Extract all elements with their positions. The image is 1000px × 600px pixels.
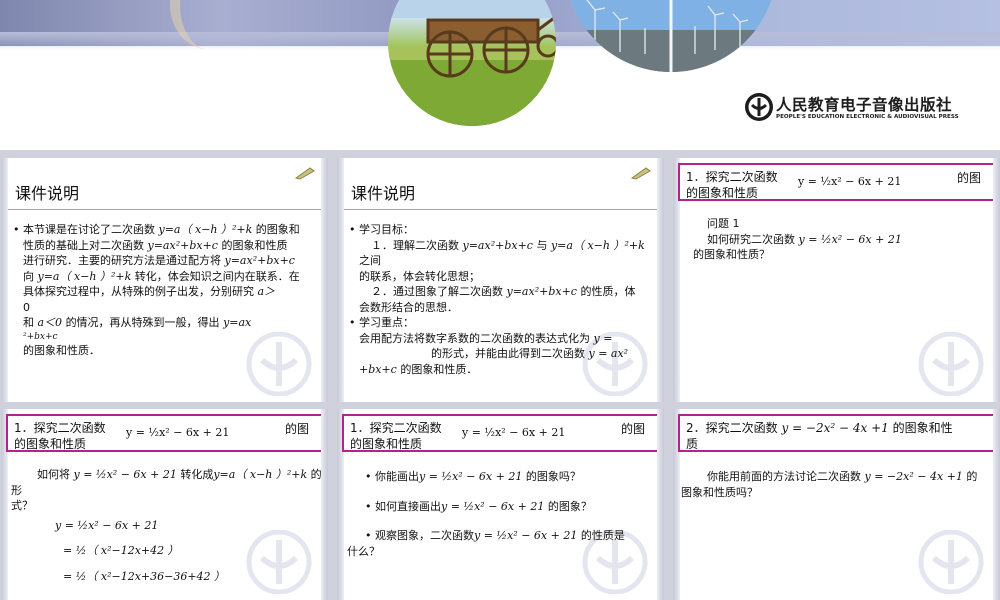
slide-thumbnail-4[interactable]: 1．探究二次函数 的图象和性质 y = ½x² − 6x + 21 的图 如何将 … [1, 409, 328, 600]
watermark-emblem-icon [918, 332, 984, 396]
topic-header-text: 1．探究二次函数 的图象和性质 [350, 421, 442, 451]
topic-formula: y = ½x² − 6x + 21 [462, 426, 566, 439]
topic-header-box: 1．探究二次函数 的图象和性质 y = ½x² − 6x + 21 的图 [6, 414, 323, 452]
publisher-logo: 人民教育电子音像出版社 PEOPLE'S EDUCATION ELECTRONI… [744, 92, 966, 126]
slide-body: 如何将 y = ½x² − 6x + 21 转化成y=a（ x−h ）²+k 的… [11, 468, 322, 583]
topic-header-suffix: 的图 [957, 171, 982, 185]
slide-body: • 你能画出y = ½x² − 6x + 21 的图象吗？ • 如何直接画出y = … [347, 470, 625, 558]
slide-body: • 本节课是在讨论了二次函数 y=a（ x−h ）²+k 的图象和 性质的基础上… [13, 223, 300, 357]
topic-header-box: 1．探究二次函数 的图象和性质 y = ½x² − 6x + 21 的图 [678, 163, 995, 201]
slide-thumbnail-3[interactable]: 1．探究二次函数 的图象和性质 y = ½x² − 6x + 21 的图 问题 1… [673, 158, 1000, 402]
cart-photo [388, 0, 556, 126]
topic-formula: y = ½x² − 6x + 21 [126, 426, 230, 439]
topic-formula: y = ½x² − 6x + 21 [798, 175, 902, 188]
topic-header-text: 1．探究二次函数 的图象和性质 [686, 170, 778, 200]
publisher-emblem-icon [745, 93, 773, 121]
pencil-icon [630, 167, 651, 180]
slide-body: • 学习目标： １．理解二次函数 y=ax²+bx+c 与 y=a（ x−h ）²… [349, 223, 645, 376]
slide-title: 课件说明 [351, 184, 416, 203]
publisher-name-cn: 人民教育电子音像出版社 [776, 96, 953, 114]
wind-turbine-photo [565, 0, 777, 72]
pencil-icon [294, 167, 315, 180]
slide-body: 问题 1 如何研究二次函数 y = ½x² − 6x + 21 的图象和性质？ [693, 217, 902, 261]
publisher-name-en: PEOPLE'S EDUCATION ELECTRONIC & AUDIOVIS… [776, 114, 959, 120]
slide-thumbnail-1[interactable]: 课件说明 • 本节课是在讨论了二次函数 y=a（ x−h ）²+k 的图象和 性… [1, 158, 328, 402]
topic-header-suffix: 的图 [285, 422, 310, 436]
slide-thumbnail-2[interactable]: 课件说明 • 学习目标： １．理解二次函数 y=ax²+bx+c 与 y=a（ x… [337, 158, 664, 402]
topic-header-box: 2．探究二次函数 y = −2x² − 4x +1 的图象和性质 [678, 414, 995, 452]
watermark-emblem-icon [918, 530, 984, 594]
topic-header-text: 1．探究二次函数 的图象和性质 [14, 421, 106, 451]
slide-thumbnail-5[interactable]: 1．探究二次函数 的图象和性质 y = ½x² − 6x + 21 的图 • 你能画… [337, 409, 664, 600]
topic-header-box: 1．探究二次函数 的图象和性质 y = ½x² − 6x + 21 的图 [342, 414, 659, 452]
header-banner: 人民教育电子音像出版社 PEOPLE'S EDUCATION ELECTRONI… [0, 0, 1000, 150]
topic-header-suffix: 的图 [621, 422, 646, 436]
slide-thumbnail-6[interactable]: 2．探究二次函数 y = −2x² − 4x +1 的图象和性质 你能用前面的方… [673, 409, 1000, 600]
topic-header-text: 2．探究二次函数 y = −2x² − 4x +1 的图象和性质 [686, 421, 953, 451]
slide-title: 课件说明 [15, 184, 80, 203]
slide-body: 你能用前面的方法讨论二次函数 y = −2x² − 4x +1 的 图象和性质吗… [681, 470, 978, 499]
